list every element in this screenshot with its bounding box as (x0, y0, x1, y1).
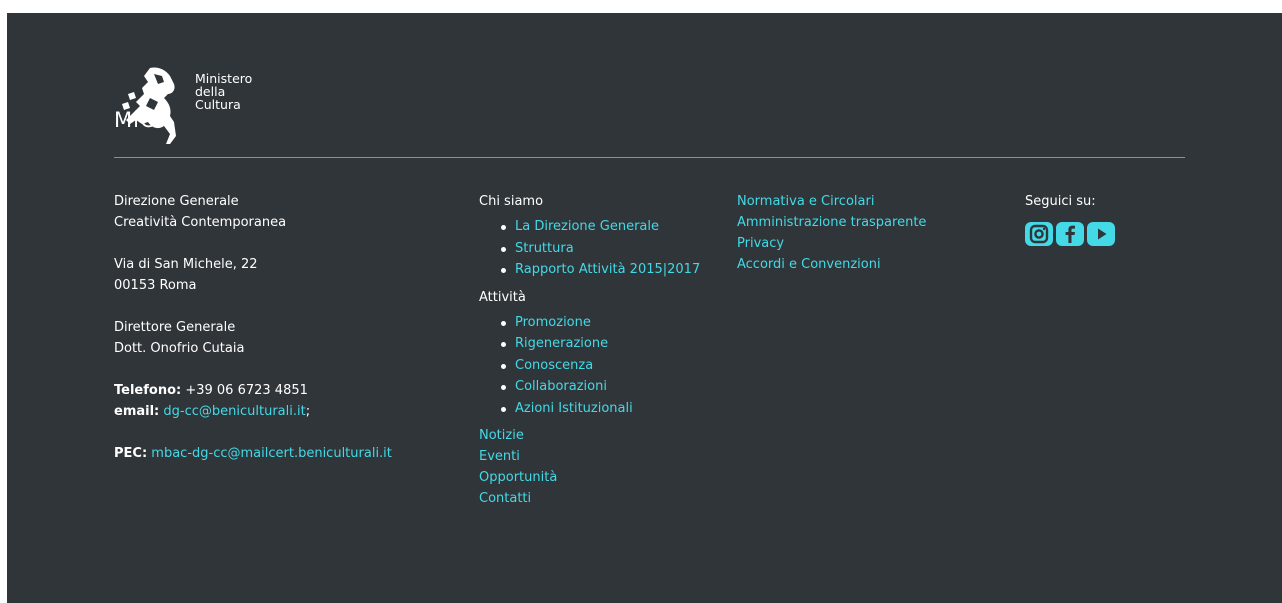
footer-divider (114, 157, 1185, 158)
instagram-icon[interactable] (1025, 222, 1053, 246)
contact-column: Direzione Generale Creatività Contempora… (114, 191, 444, 464)
pec-label: PEC: (114, 446, 148, 461)
nav-link-direzione-generale[interactable]: La Direzione Generale (515, 219, 659, 234)
nav-link-rigenerazione[interactable]: Rigenerazione (515, 336, 608, 351)
email-link[interactable]: dg-cc@beniculturali.it (163, 404, 305, 419)
social-column: Seguici su: (1025, 191, 1175, 246)
pec-line: PEC: mbac-dg-cc@mailcert.beniculturali.i… (114, 443, 444, 464)
social-icons (1025, 222, 1175, 246)
nav-link-collaborazioni[interactable]: Collaborazioni (515, 379, 607, 394)
logo-wordmark: Ministero della Cultura (195, 72, 252, 111)
email-suffix: ; (305, 404, 311, 419)
list-item: Azioni Istituzionali (499, 398, 729, 420)
nav-link-eventi[interactable]: Eventi (479, 446, 729, 467)
logo-abbreviation: MiC (114, 108, 156, 132)
list-item: Conoscenza (499, 355, 729, 377)
phone-number: +39 06 6723 4851 (185, 383, 308, 398)
org-name-line2: Creatività Contemporanea (114, 215, 287, 230)
link-normativa-circolari[interactable]: Normativa e Circolari (737, 191, 987, 212)
nav-link-notizie[interactable]: Notizie (479, 425, 729, 446)
link-accordi-convenzioni[interactable]: Accordi e Convenzioni (737, 254, 987, 275)
list-item: Rigenerazione (499, 333, 729, 355)
list-item: Struttura (499, 238, 729, 260)
nav-link-rapporto-attivita[interactable]: Rapporto Attività 2015|2017 (515, 262, 700, 277)
nav-column: Chi siamo La Direzione Generale Struttur… (479, 191, 729, 509)
list-item: Collaborazioni (499, 376, 729, 398)
list-item: La Direzione Generale (499, 216, 729, 238)
logo-word-3: Cultura (195, 97, 241, 112)
list-item: Rapporto Attività 2015|2017 (499, 259, 729, 281)
nav-link-contatti[interactable]: Contatti (479, 488, 729, 509)
pec-link[interactable]: mbac-dg-cc@mailcert.beniculturali.it (151, 446, 392, 461)
chi-siamo-heading: Chi siamo (479, 194, 544, 209)
director-title: Direttore Generale (114, 320, 236, 335)
director-name: Dott. Onofrio Cutaia (114, 341, 245, 356)
org-name-line1: Direzione Generale (114, 194, 239, 209)
email-line: email: dg-cc@beniculturali.it; (114, 401, 444, 422)
link-privacy[interactable]: Privacy (737, 233, 987, 254)
address-street: Via di San Michele, 22 (114, 257, 258, 272)
nav-link-conoscenza[interactable]: Conoscenza (515, 358, 593, 373)
attivita-heading: Attività (479, 289, 526, 305)
facebook-icon[interactable] (1056, 222, 1084, 246)
phone-label: Telefono: (114, 383, 182, 398)
nav-link-opportunita[interactable]: Opportunità (479, 467, 729, 488)
social-heading: Seguici su: (1025, 194, 1096, 209)
link-amministrazione-trasparente[interactable]: Amministrazione trasparente (737, 212, 987, 233)
attivita-list: Promozione Rigenerazione Conoscenza Coll… (479, 312, 729, 420)
ministry-logo[interactable]: MiC Ministero della Cultura (114, 64, 284, 148)
address-city: 00153 Roma (114, 278, 197, 293)
nav-link-promozione[interactable]: Promozione (515, 315, 591, 330)
chi-siamo-list: La Direzione Generale Struttura Rapporto… (479, 216, 729, 281)
youtube-icon[interactable] (1087, 222, 1115, 246)
nav-link-azioni-istituzionali[interactable]: Azioni Istituzionali (515, 401, 633, 416)
phone-line: Telefono: +39 06 6723 4851 (114, 380, 444, 401)
nav-link-struttura[interactable]: Struttura (515, 241, 574, 256)
list-item: Promozione (499, 312, 729, 334)
site-footer: MiC Ministero della Cultura Direzione Ge… (7, 13, 1282, 603)
email-label: email: (114, 404, 160, 419)
logo-emblem-icon (122, 67, 176, 144)
legal-links-column: Normativa e Circolari Amministrazione tr… (737, 191, 987, 275)
